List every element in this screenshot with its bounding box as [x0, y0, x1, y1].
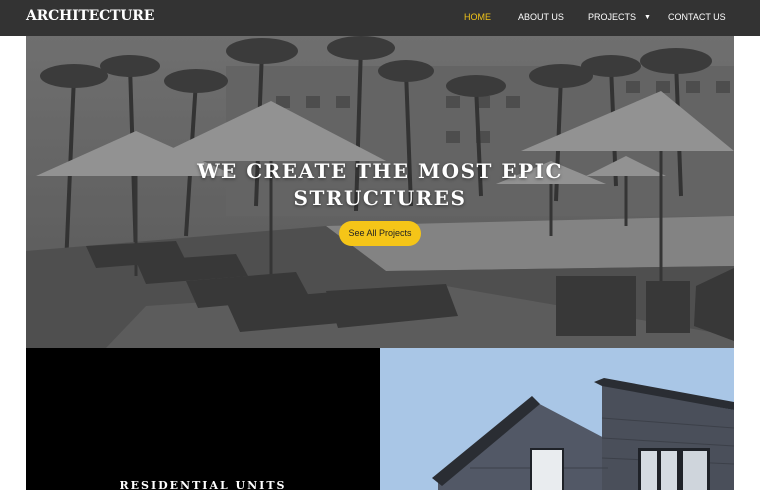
nav-about-us[interactable]: ABOUT US — [518, 12, 564, 22]
residential-units-panel[interactable]: RESIDENTIAL UNITS — [26, 348, 380, 490]
see-all-projects-button[interactable]: See All Projects — [339, 221, 421, 246]
hero-title-line-2: STRUCTURES — [293, 186, 467, 210]
caret-down-icon: ▼ — [644, 14, 651, 21]
nav-projects[interactable]: PROJECTS ▼ — [588, 12, 651, 22]
nav-contact-us[interactable]: CONTACT US — [668, 12, 726, 22]
top-navbar: ARCHITECTURE HOME ABOUT US PROJECTS ▼ CON… — [0, 0, 760, 36]
hero-banner: WE CREATE THE MOST EPIC STRUCTURES See A… — [26, 36, 734, 348]
residential-house-image — [380, 348, 734, 490]
house-photo — [380, 348, 734, 490]
hero-title: WE CREATE THE MOST EPIC STRUCTURES — [26, 158, 734, 212]
nav-home[interactable]: HOME — [464, 12, 491, 22]
nav-projects-label: PROJECTS — [588, 12, 637, 22]
hero-title-line-1: WE CREATE THE MOST EPIC — [197, 159, 563, 183]
nav-links: HOME ABOUT US PROJECTS ▼ CONTACT US — [0, 0, 760, 36]
residential-units-label: RESIDENTIAL UNITS — [119, 479, 287, 490]
